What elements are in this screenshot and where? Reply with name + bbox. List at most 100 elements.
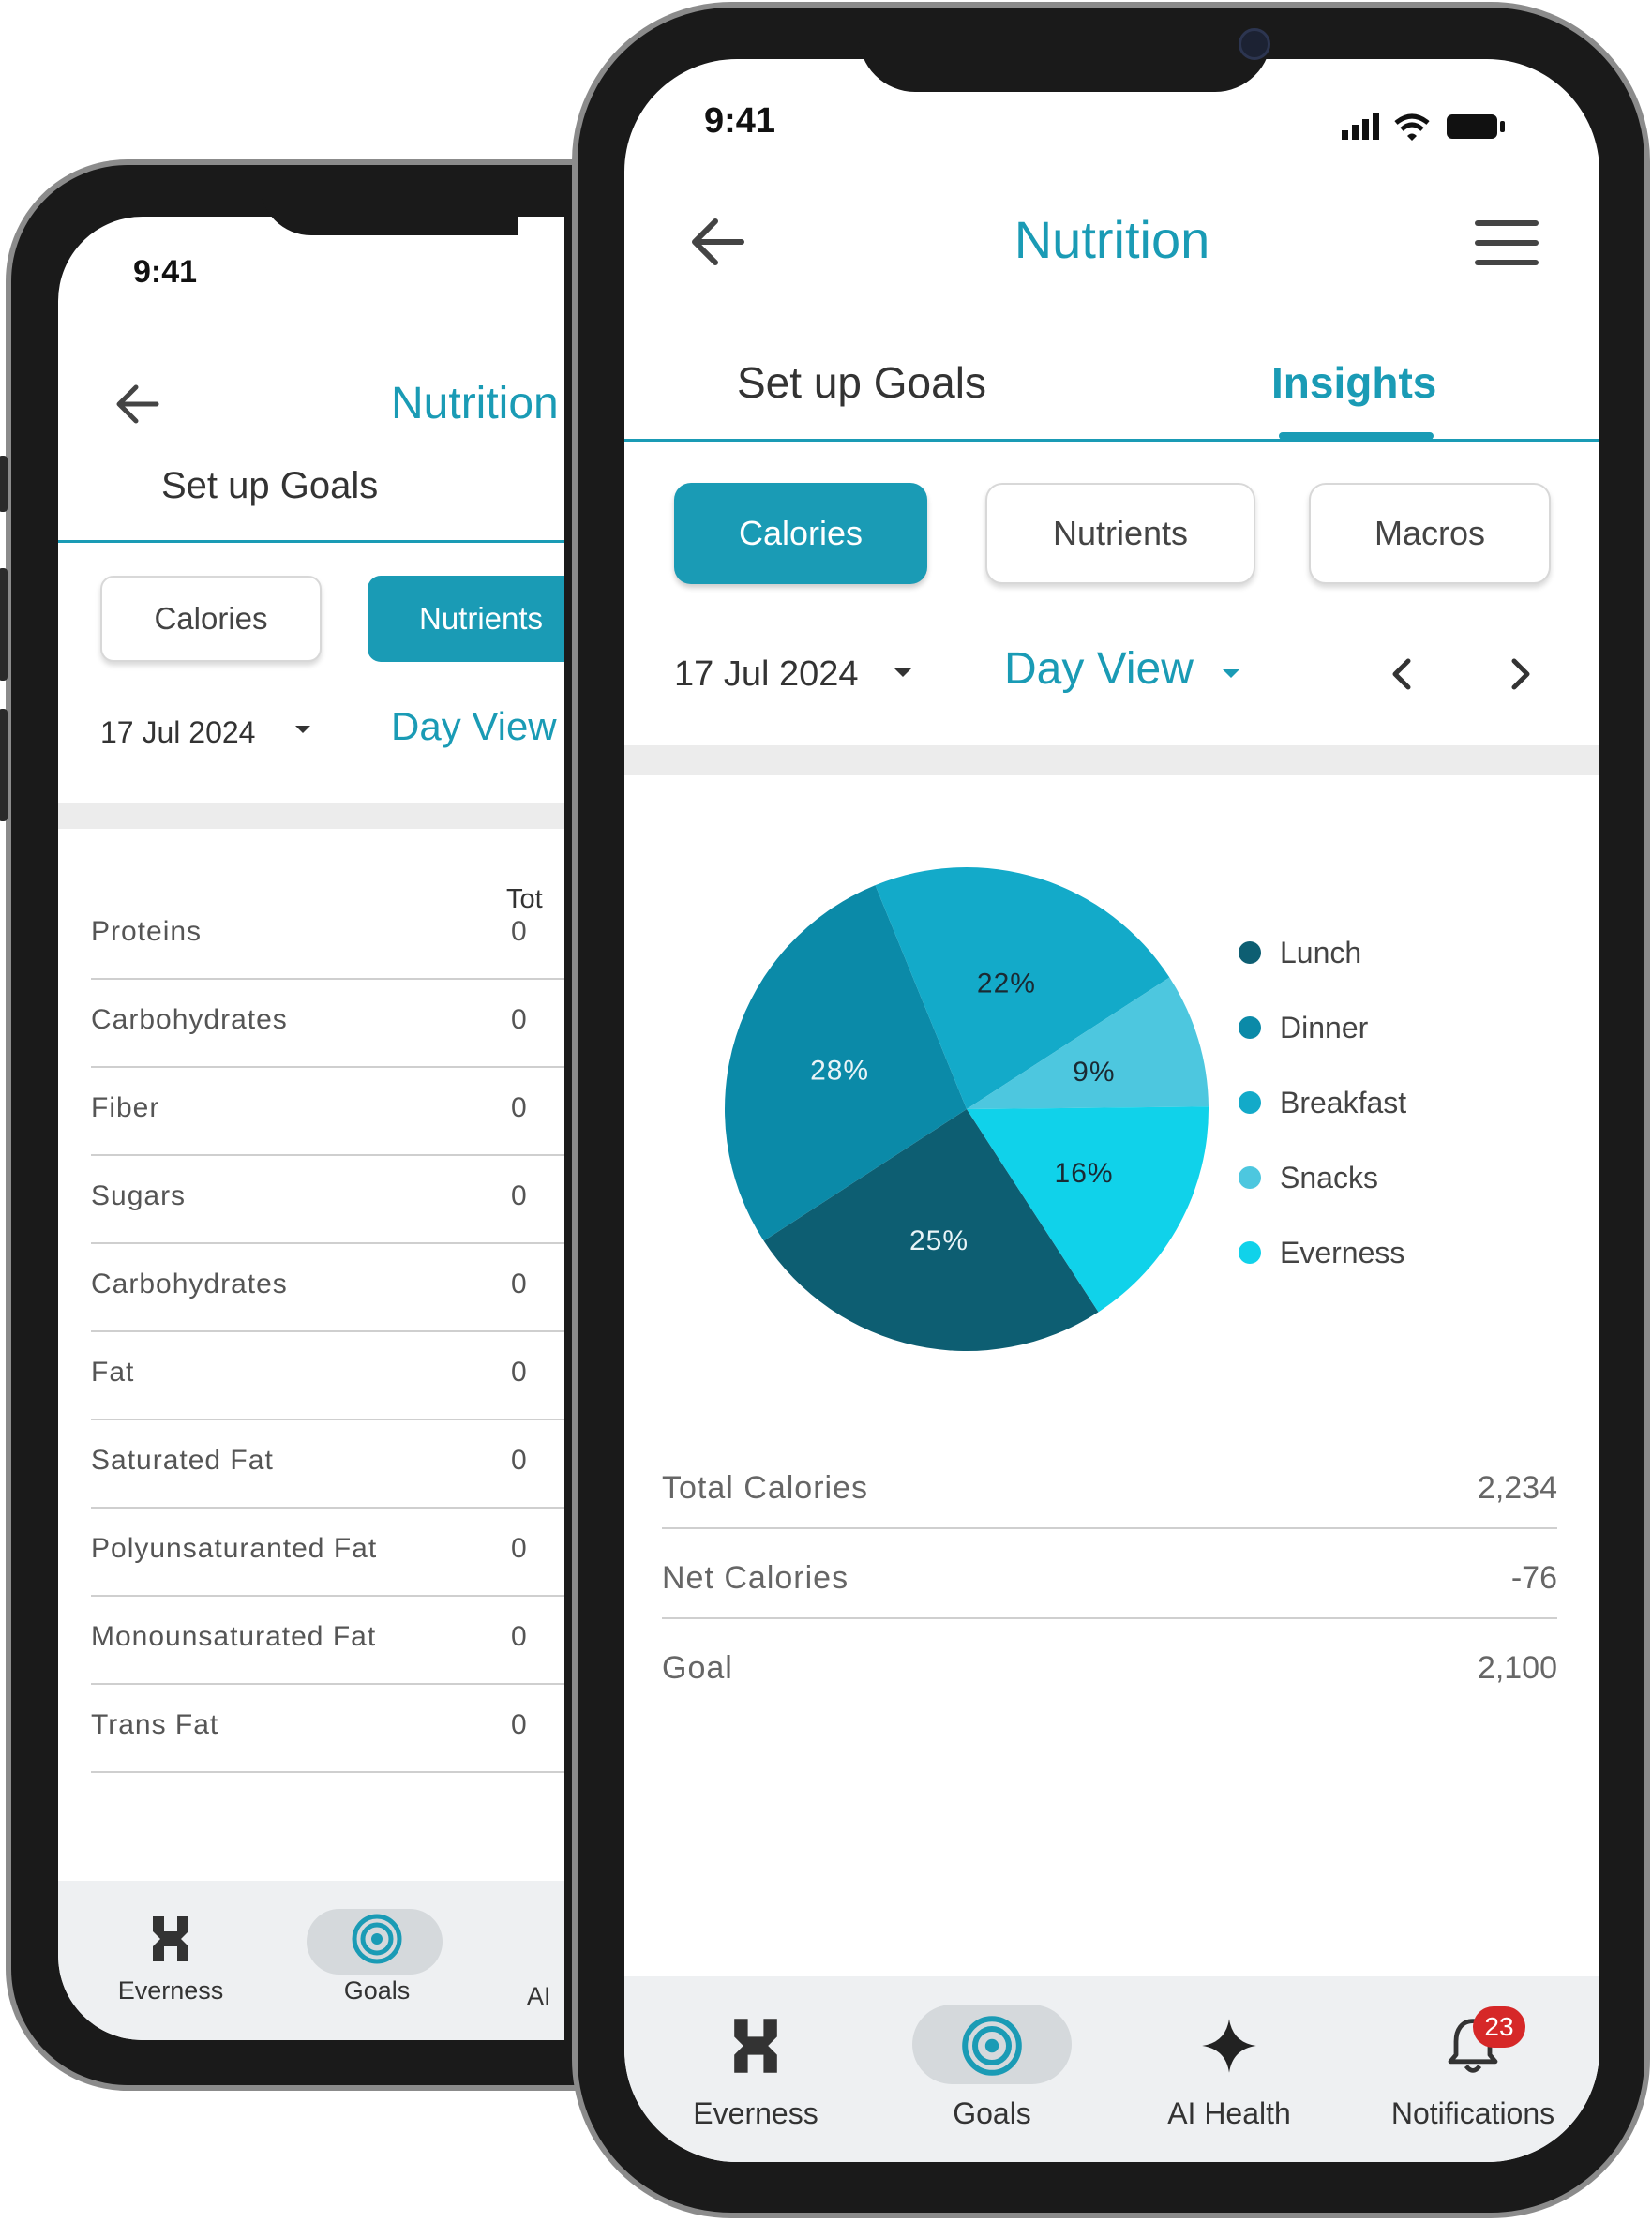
chip-macros[interactable]: Macros <box>1309 483 1551 584</box>
legend-dot <box>1239 1090 1261 1114</box>
row-label: Fiber <box>91 1092 160 1123</box>
phone-notch <box>260 165 607 235</box>
calories-pie-chart: 25% 28% 22% 9% 16% <box>725 867 1209 1351</box>
table-row: Monounsaturated Fat 0 <box>91 1595 564 1685</box>
sparkle-icon <box>1202 2019 1256 2073</box>
phone-notch <box>859 8 1271 92</box>
row-label: Fat <box>91 1357 135 1388</box>
chip-calories[interactable]: Calories <box>674 483 927 584</box>
everness-logo-icon <box>734 2019 777 2073</box>
row-label: Trans Fat <box>91 1709 219 1740</box>
nav-label: Everness <box>693 2096 818 2130</box>
side-button <box>0 568 8 681</box>
legend-label: Dinner <box>1280 1011 1369 1044</box>
back-phone-frame: 9:41 Nutrition Set up Goals Calories Nut… <box>0 159 607 2091</box>
pie-label-lunch: 25% <box>909 1225 969 1256</box>
legend-item-dinner: Dinner <box>1239 1011 1368 1045</box>
row-value: 0 <box>511 916 527 947</box>
pie-label-everness: 16% <box>1055 1158 1114 1189</box>
caret-down-icon[interactable] <box>293 723 313 736</box>
summary-label: Goal <box>662 1650 733 1686</box>
nav-label: Goals <box>953 2096 1031 2130</box>
row-value: 0 <box>511 1269 527 1299</box>
section-divider <box>58 803 564 829</box>
pie-label-snacks: 9% <box>1073 1057 1115 1088</box>
hamburger-menu-icon[interactable] <box>1473 218 1540 267</box>
caret-down-icon[interactable] <box>1220 667 1242 682</box>
chevron-right-icon[interactable] <box>1501 655 1539 693</box>
legend-item-breakfast: Breakfast <box>1239 1086 1406 1120</box>
front-phone-screen: 9:41 Nutrition Set up Goals Insights Cal… <box>624 59 1599 2162</box>
table-row: Carbohydrates 0 <box>91 1242 564 1332</box>
summary-value: 2,100 <box>1477 1650 1557 1686</box>
tab-insights[interactable]: Insights <box>1271 357 1436 408</box>
nav-everness[interactable]: Everness <box>114 1911 227 2005</box>
summary-value: -76 <box>1510 1560 1557 1596</box>
caret-down-icon[interactable] <box>892 666 914 681</box>
table-row: Proteins 0 <box>91 890 564 980</box>
nav-goals[interactable]: Goals <box>307 1911 447 2005</box>
back-arrow-icon[interactable] <box>110 376 166 432</box>
tab-set-up-goals[interactable]: Set up Goals <box>737 357 986 408</box>
view-selector[interactable]: Day View <box>1004 643 1194 695</box>
chip-nutrients[interactable]: Nutrients <box>985 483 1255 584</box>
nav-everness[interactable]: Everness <box>676 2012 835 2131</box>
row-label: Polyunsaturanted Fat <box>91 1533 378 1564</box>
battery-icon <box>1447 114 1505 139</box>
status-icons <box>1342 108 1529 145</box>
back-phone-screen: 9:41 Nutrition Set up Goals Calories Nut… <box>58 217 564 2040</box>
table-row: Sugars 0 <box>91 1154 564 1244</box>
pie-label-dinner: 28% <box>810 1056 869 1087</box>
summary-row: Goal 2,100 <box>662 1617 1557 1707</box>
row-label: Carbohydrates <box>91 1269 288 1299</box>
view-selector[interactable]: Day View <box>391 704 557 749</box>
row-value: 0 <box>511 1092 527 1123</box>
summary-label: Net Calories <box>662 1560 849 1596</box>
row-label: Sugars <box>91 1180 187 1211</box>
side-button <box>0 456 8 512</box>
row-value: 0 <box>511 1533 527 1564</box>
nav-label: Notifications <box>1390 2096 1555 2130</box>
section-divider <box>624 745 1599 775</box>
table-row: Carbohydrates 0 <box>91 978 564 1068</box>
row-value: 0 <box>511 1004 527 1035</box>
pie-label-breakfast: 22% <box>977 969 1036 999</box>
table-row: Saturated Fat 0 <box>91 1419 564 1509</box>
nav-ai-health[interactable]: AI <box>527 1982 564 2011</box>
signal-icon <box>1342 113 1379 140</box>
legend-label: Lunch <box>1280 936 1362 969</box>
legend-item-lunch: Lunch <box>1239 936 1361 970</box>
wifi-icon <box>1394 113 1430 141</box>
summary-row: Net Calories -76 <box>662 1527 1557 1619</box>
bottom-nav: Everness Goals AI <box>58 1881 564 2040</box>
legend-label: Breakfast <box>1280 1086 1407 1119</box>
tab-set-up-goals[interactable]: Set up Goals <box>161 465 378 507</box>
side-button <box>0 709 8 821</box>
summary-row: Total Calories 2,234 <box>662 1437 1557 1529</box>
summary-value: 2,234 <box>1477 1470 1557 1506</box>
nav-label: Goals <box>343 1976 411 2005</box>
table-row: Polyunsaturanted Fat 0 <box>91 1507 564 1597</box>
nav-ai-health[interactable]: AI Health <box>1135 2012 1323 2131</box>
page-title: Nutrition <box>1014 210 1210 269</box>
bottom-nav: Everness Goals AI Health Notifications 2… <box>624 1976 1599 2162</box>
legend-dot <box>1239 1165 1261 1189</box>
chip-nutrients[interactable]: Nutrients <box>368 576 564 662</box>
page-title: Nutrition <box>391 379 559 428</box>
camera-icon <box>1239 28 1270 60</box>
date-selector[interactable]: 17 Jul 2024 <box>100 715 255 750</box>
legend-item-everness: Everness <box>1239 1236 1404 1270</box>
chevron-left-icon[interactable] <box>1384 655 1421 693</box>
status-time: 9:41 <box>704 101 776 141</box>
nav-goals[interactable]: Goals <box>912 2012 1072 2131</box>
notification-badge: 23 <box>1473 2006 1525 2048</box>
row-label: Monounsaturated Fat <box>91 1621 377 1652</box>
table-row: Fiber 0 <box>91 1066 564 1156</box>
row-value: 0 <box>511 1445 527 1476</box>
row-label: Carbohydrates <box>91 1004 288 1035</box>
date-selector[interactable]: 17 Jul 2024 <box>674 654 859 695</box>
legend-item-snacks: Snacks <box>1239 1161 1378 1195</box>
nav-label: Everness <box>117 1976 224 2005</box>
tab-divider <box>58 540 564 543</box>
chip-calories[interactable]: Calories <box>100 576 322 662</box>
